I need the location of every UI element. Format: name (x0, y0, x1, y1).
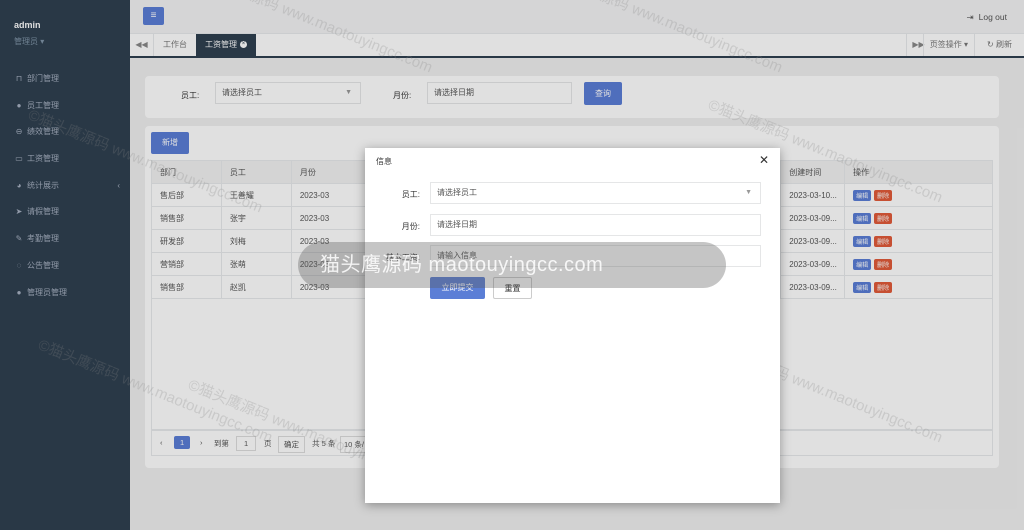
modal-employee-placeholder: 请选择员工 (437, 188, 477, 197)
info-dialog: 信息 ✕ 员工: 请选择员工 ▼ 月份: 请选择日期 基本工资: 请输入信息 立即… (365, 148, 780, 503)
modal-month-label: 月份: (401, 222, 420, 231)
modal-month-placeholder: 请选择日期 (437, 220, 477, 229)
close-icon[interactable]: ✕ (759, 153, 769, 167)
dialog-title: 信息 (376, 157, 392, 166)
chevron-down-icon: ▼ (745, 189, 752, 196)
modal-employee-label: 员工: (401, 190, 420, 199)
modal-employee-select[interactable]: 请选择员工 ▼ (430, 182, 761, 204)
watermark-banner: 猫头鹰源码 maotouyingcc.com (298, 242, 726, 288)
modal-month-date-input[interactable]: 请选择日期 (430, 214, 761, 236)
app: admin 管理员 ▾ ⊓ 部门管理 ● 员工管理 ⊖ 绩效管理 ▭ 工资管理 ◕ 统计展… (0, 0, 1024, 530)
